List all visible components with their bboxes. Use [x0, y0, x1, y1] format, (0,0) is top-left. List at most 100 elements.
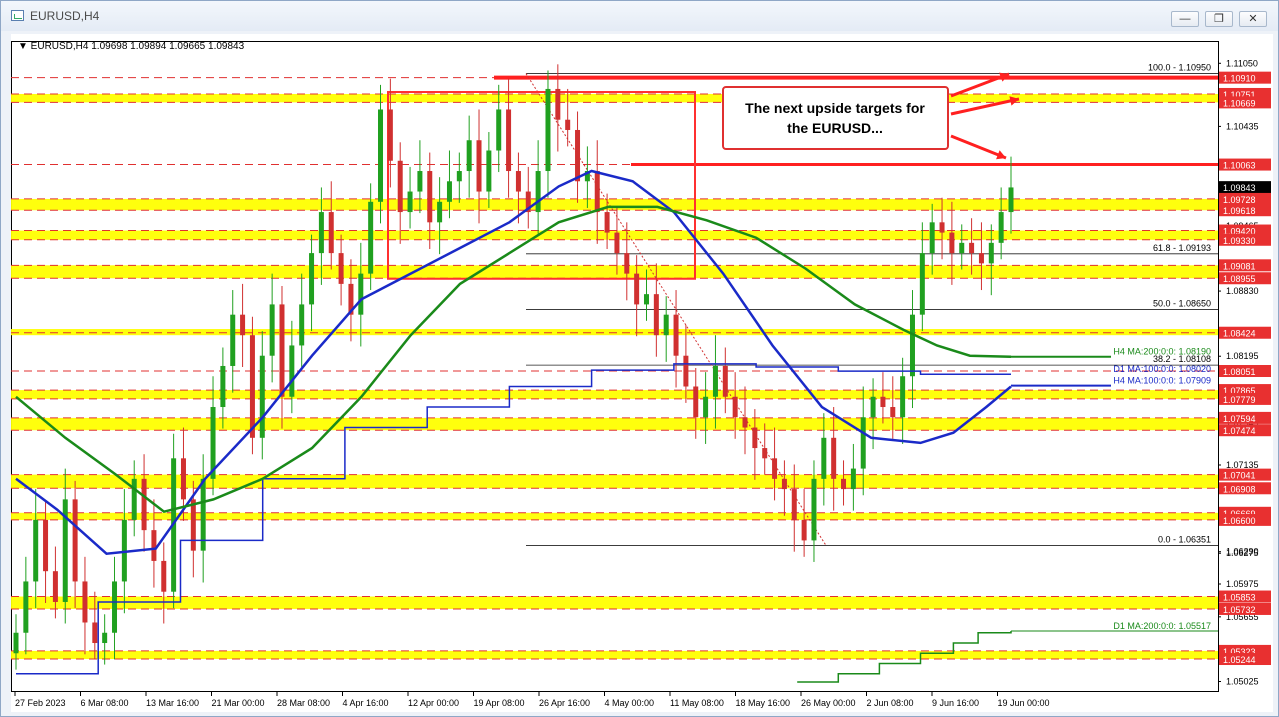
price-tag-label: 1.09330 [1223, 236, 1256, 246]
price-tag-label: 1.10910 [1223, 74, 1256, 84]
support-resistance-zone [11, 329, 1218, 336]
x-tick-label: 4 May 00:00 [605, 698, 655, 708]
candle-body [860, 417, 866, 469]
candle-body [732, 396, 738, 418]
candle-body [801, 519, 807, 541]
candle-body [180, 458, 186, 500]
candle-body [131, 478, 137, 520]
price-tag-label: 1.10669 [1223, 98, 1256, 108]
close-button[interactable]: ✕ [1239, 11, 1267, 27]
fib-label: 61.8 - 1.09193 [1153, 243, 1211, 253]
support-resistance-zone [11, 93, 1218, 103]
fib-label: 50.0 - 1.08650 [1153, 299, 1211, 309]
candle-body [456, 171, 462, 182]
candle-body [368, 201, 374, 274]
candle-body [240, 314, 246, 336]
candle-body [781, 478, 787, 490]
title-bar[interactable]: EURUSD,H4 — ❐ ✕ [1, 1, 1278, 31]
candle-body [939, 222, 945, 233]
candle-body [515, 171, 521, 192]
x-tick-label: 9 Jun 16:00 [932, 698, 979, 708]
restore-button[interactable]: ❐ [1205, 11, 1233, 27]
y-tick-label: 1.11050 [1226, 58, 1258, 68]
x-tick-label: 13 Mar 16:00 [146, 698, 199, 708]
price-tag-label: 1.09728 [1223, 195, 1256, 205]
price-tag-label: 1.07594 [1223, 414, 1256, 424]
price-tag-label: 1.05732 [1223, 605, 1256, 615]
x-tick-label: 2 Jun 08:00 [867, 698, 914, 708]
candle-body [673, 314, 679, 356]
target-arrow [950, 134, 1007, 160]
price-tag-label: 1.08424 [1223, 329, 1256, 339]
support-resistance-zone [11, 650, 1218, 660]
candle-body [712, 365, 718, 397]
candle-body [496, 109, 502, 151]
candle-body [959, 242, 965, 254]
chart-area[interactable]: The next upside targets for the EURUSD...… [11, 34, 1273, 712]
candle-body [545, 88, 551, 172]
x-tick-label: 19 Jun 00:00 [998, 698, 1050, 708]
candle-body [259, 355, 265, 438]
window-title: EURUSD,H4 [30, 9, 100, 23]
candle-body [969, 242, 975, 254]
minimize-button[interactable]: — [1171, 11, 1199, 27]
candle-body [653, 294, 659, 336]
price-tag-label: 1.09081 [1223, 261, 1256, 271]
candle-body [407, 191, 413, 213]
y-tick-label: 1.08830 [1226, 286, 1259, 296]
fib-label: 0.0 - 1.06351 [1158, 534, 1211, 544]
price-tag-label: 1.06600 [1223, 516, 1256, 526]
candle-body [831, 437, 837, 479]
candle-body [988, 242, 994, 264]
candle-body [279, 304, 285, 397]
support-resistance-zone [11, 265, 1218, 279]
annotation-box [722, 86, 949, 150]
support-resistance-zone [11, 474, 1218, 489]
candle-body [1008, 187, 1014, 213]
candle-body [703, 396, 709, 418]
price-tag-label: 1.09618 [1223, 206, 1256, 216]
candle-body [33, 519, 39, 582]
candle-body [102, 632, 108, 644]
price-tag-label: 1.07474 [1223, 426, 1256, 436]
candle-body [693, 386, 699, 418]
candle-body [112, 581, 118, 633]
y-tick-label: 1.08195 [1226, 351, 1259, 361]
candle-body [634, 273, 640, 305]
candle-body [791, 489, 797, 520]
x-tick-label: 26 Apr 16:00 [539, 698, 590, 708]
candle-body [72, 499, 78, 582]
price-tag-label: 1.09843 [1223, 183, 1256, 193]
candle-body [141, 478, 147, 531]
candle-body [338, 253, 344, 284]
price-chart[interactable]: The next upside targets for the EURUSD...… [11, 34, 1273, 712]
candle-body [52, 571, 58, 602]
candle-body [762, 448, 768, 459]
candle-body [387, 109, 393, 161]
candle-body [220, 365, 226, 408]
candle-body [841, 478, 847, 490]
candle-body [427, 171, 433, 223]
candle-body [378, 109, 384, 202]
fib-label: 100.0 - 1.10950 [1148, 63, 1211, 73]
candle-body [466, 140, 472, 172]
candle-body [850, 468, 856, 490]
price-tag-label: 1.07041 [1223, 471, 1256, 481]
price-tag-label: 1.07779 [1223, 395, 1256, 405]
candle-body [417, 171, 423, 192]
ma-label: D1 MA:100:0:0: 1.08020 [1113, 364, 1211, 374]
x-tick-label: 26 May 00:00 [801, 698, 856, 708]
candle-body [919, 253, 925, 315]
candle-body [318, 212, 324, 254]
candle-body [446, 181, 452, 202]
x-tick-label: 11 May 08:00 [670, 698, 724, 708]
candle-body [870, 396, 876, 418]
candle-body [506, 109, 512, 172]
x-tick-label: 12 Apr 00:00 [408, 698, 459, 708]
x-tick-label: 28 Mar 08:00 [277, 698, 330, 708]
price-tag-label: 1.08051 [1223, 367, 1256, 377]
candle-body [811, 478, 817, 541]
candle-body [476, 140, 482, 192]
price-tag-label: 1.08955 [1223, 274, 1256, 284]
annotation-line-2: the EURUSD... [787, 120, 883, 136]
